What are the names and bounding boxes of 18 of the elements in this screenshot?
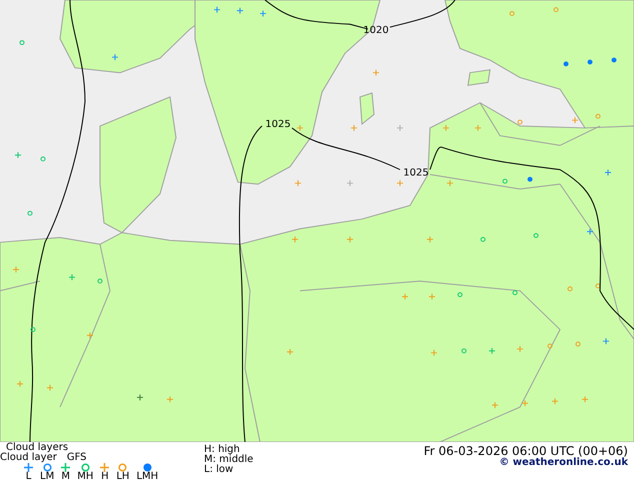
isobar-label: 1025 [265,119,291,130]
layer-label: Cloud layer [0,453,57,463]
legend-label: M [61,472,70,482]
legend-label: LM [40,472,54,482]
legend-label: LH [116,472,130,482]
valid-time: Fr 06-03-2026 06:00 UTC (00+06) [424,446,628,456]
isobar-label: 1025 [403,168,429,178]
model-name: GFS [66,453,87,463]
legend-label: MH [77,472,94,482]
isobar-label: 1020 [363,25,389,36]
copyright-text: © weatheronline.co.uk [499,458,628,468]
key-text: L: low [204,465,234,475]
key-text: H: high [204,445,240,455]
legend-label: L [26,472,32,482]
legend-label: LMH [136,472,158,482]
legend-label: H [101,472,109,482]
map-title: Cloud layers [6,443,68,453]
key-text: M: middle [204,455,254,465]
